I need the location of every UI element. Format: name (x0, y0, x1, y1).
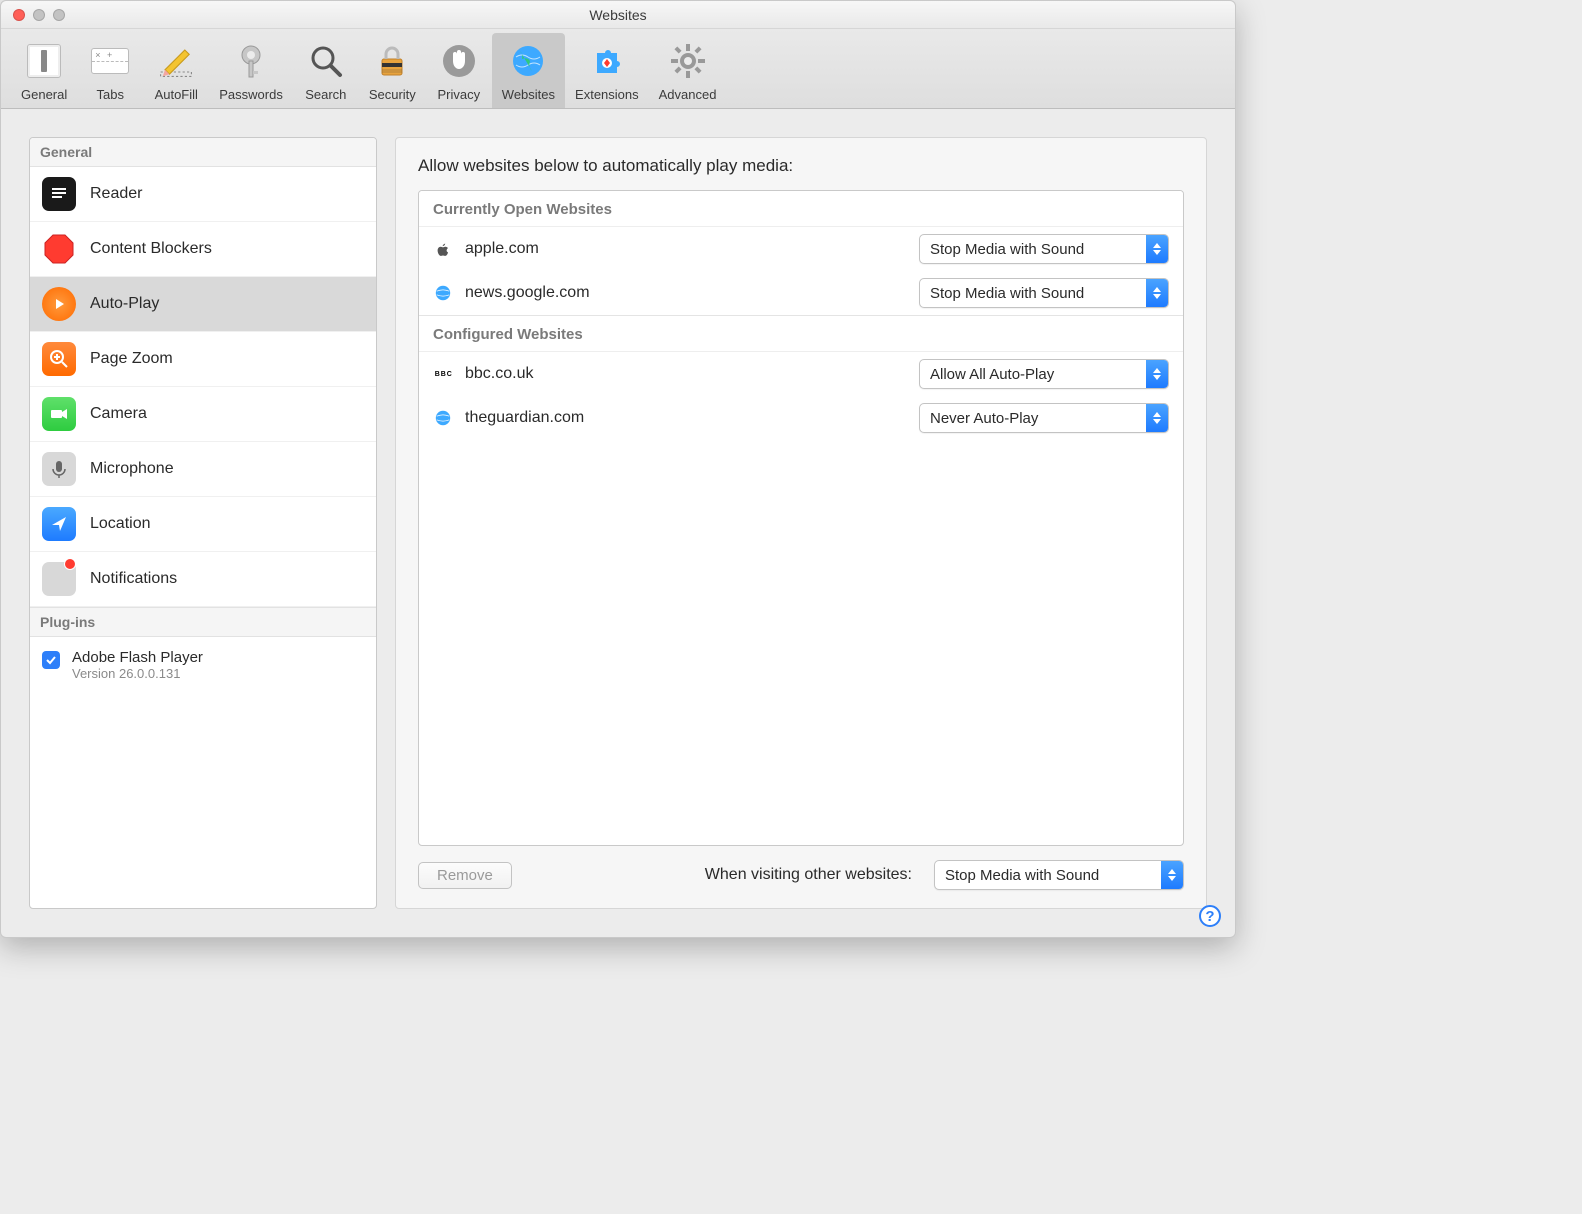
stepper-arrows-icon (1146, 404, 1168, 432)
puzzle-icon (585, 39, 629, 83)
sidebar-item-camera[interactable]: Camera (30, 387, 376, 442)
gear-icon (666, 39, 710, 83)
site-row[interactable]: news.google.com Stop Media with Sound (419, 271, 1183, 315)
tab-privacy[interactable]: Privacy (426, 33, 492, 108)
stepper-arrows-icon (1161, 861, 1183, 889)
tab-extensions[interactable]: Extensions (565, 33, 649, 108)
other-websites-label: When visiting other websites: (530, 866, 916, 884)
sidebar-item-label: Reader (90, 185, 142, 203)
site-host: theguardian.com (465, 409, 584, 427)
site-setting-select[interactable]: Stop Media with Sound (919, 278, 1169, 308)
tab-advanced[interactable]: Advanced (649, 33, 727, 108)
location-icon (42, 507, 76, 541)
site-row[interactable]: B B C bbc.co.uk Allow All Auto-Play (419, 352, 1183, 396)
sidebar-item-label: Location (90, 515, 151, 533)
notification-badge-icon (64, 558, 76, 570)
sidebar-item-page-zoom[interactable]: Page Zoom (30, 332, 376, 387)
site-setting-select[interactable]: Never Auto-Play (919, 403, 1169, 433)
preferences-toolbar: General Tabs AutoFill Passwords Search S… (1, 29, 1235, 109)
site-host: news.google.com (465, 284, 590, 302)
sidebar-item-microphone[interactable]: Microphone (30, 442, 376, 497)
tab-general[interactable]: General (11, 33, 77, 108)
stepper-arrows-icon (1146, 235, 1168, 263)
tab-websites[interactable]: Websites (492, 33, 565, 108)
tab-security[interactable]: Security (359, 33, 426, 108)
camera-icon (42, 397, 76, 431)
main-heading: Allow websites below to automatically pl… (418, 156, 1184, 176)
bottom-controls: Remove When visiting other websites: Sto… (418, 860, 1184, 890)
apple-icon (433, 239, 453, 259)
tab-autofill[interactable]: AutoFill (143, 33, 209, 108)
section-configured-websites: Configured Websites (419, 315, 1183, 352)
play-icon (42, 287, 76, 321)
hand-icon (437, 39, 481, 83)
site-row[interactable]: apple.com Stop Media with Sound (419, 227, 1183, 271)
window-title: Websites (1, 7, 1235, 23)
bbc-icon: B B C (433, 364, 453, 384)
stepper-arrows-icon (1146, 360, 1168, 388)
general-icon (22, 39, 66, 83)
sidebar-item-auto-play[interactable]: Auto-Play (30, 277, 376, 332)
plugin-version: Version 26.0.0.131 (72, 666, 203, 681)
plugin-name: Adobe Flash Player (72, 649, 203, 666)
sidebar-item-label: Notifications (90, 570, 177, 588)
sidebar: General Reader Content Blockers Auto-Pla… (29, 137, 377, 909)
preferences-window: Websites General Tabs AutoFill Passwords… (0, 0, 1236, 938)
tab-passwords[interactable]: Passwords (209, 33, 293, 108)
content-area: General Reader Content Blockers Auto-Pla… (1, 109, 1235, 937)
site-host: apple.com (465, 240, 539, 258)
websites-list: Currently Open Websites apple.com Stop M… (418, 190, 1184, 846)
sidebar-item-location[interactable]: Location (30, 497, 376, 552)
microphone-icon (42, 452, 76, 486)
sidebar-item-label: Camera (90, 405, 147, 423)
sidebar-item-label: Auto-Play (90, 295, 159, 313)
sidebar-item-content-blockers[interactable]: Content Blockers (30, 222, 376, 277)
site-setting-select[interactable]: Stop Media with Sound (919, 234, 1169, 264)
sidebar-item-label: Content Blockers (90, 240, 212, 258)
key-icon (229, 39, 273, 83)
sidebar-item-notifications[interactable]: Notifications (30, 552, 376, 607)
titlebar: Websites (1, 1, 1235, 29)
site-host: bbc.co.uk (465, 365, 533, 383)
default-setting-select[interactable]: Stop Media with Sound (934, 860, 1184, 890)
stepper-arrows-icon (1146, 279, 1168, 307)
globe-favicon-icon (433, 283, 453, 303)
plugin-checkbox[interactable] (42, 651, 60, 669)
zoom-icon (42, 342, 76, 376)
help-button[interactable]: ? (1199, 905, 1221, 927)
pencil-icon (154, 39, 198, 83)
plugin-flash[interactable]: Adobe Flash Player Version 26.0.0.131 (30, 637, 376, 693)
sidebar-item-label: Page Zoom (90, 350, 173, 368)
remove-button[interactable]: Remove (418, 862, 512, 889)
lock-icon (370, 39, 414, 83)
sidebar-header-plugins: Plug-ins (30, 607, 376, 637)
tab-search[interactable]: Search (293, 33, 359, 108)
sidebar-item-label: Microphone (90, 460, 174, 478)
stop-icon (42, 232, 76, 266)
globe-icon (506, 39, 550, 83)
sidebar-header-general: General (30, 138, 376, 167)
globe-favicon-icon (433, 408, 453, 428)
tab-tabs[interactable]: Tabs (77, 33, 143, 108)
site-setting-select[interactable]: Allow All Auto-Play (919, 359, 1169, 389)
site-row[interactable]: theguardian.com Never Auto-Play (419, 396, 1183, 440)
search-icon (304, 39, 348, 83)
tabs-icon (88, 39, 132, 83)
main-panel: Allow websites below to automatically pl… (395, 137, 1207, 909)
sidebar-item-reader[interactable]: Reader (30, 167, 376, 222)
reader-icon (42, 177, 76, 211)
section-open-websites: Currently Open Websites (419, 191, 1183, 227)
